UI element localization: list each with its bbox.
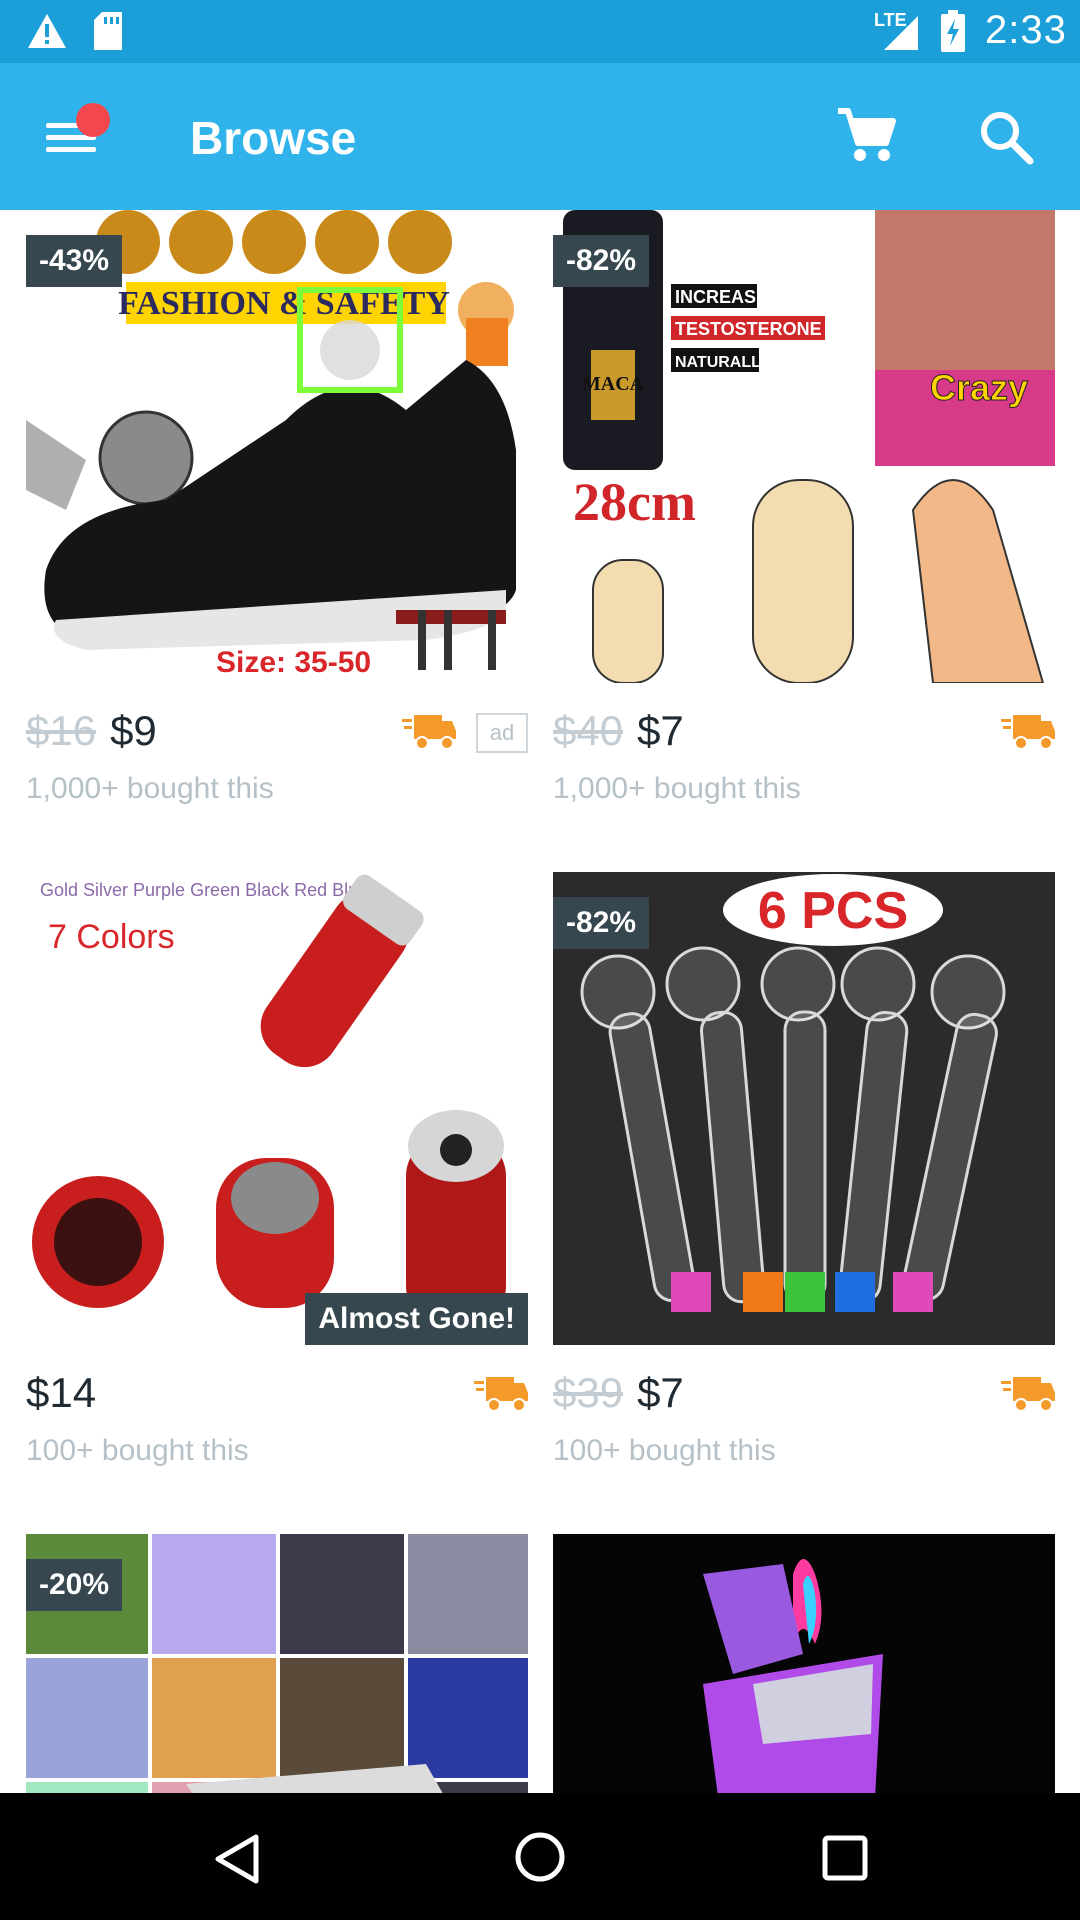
signal-icon [884, 16, 918, 50]
original-price: $16 [26, 707, 97, 754]
sd-card-icon [94, 12, 122, 50]
image-text-colors-list: Gold Silver Purple Green Black Red Blue [40, 880, 368, 900]
image-text-crazy: Crazy [930, 367, 1028, 408]
truck-icon [1001, 715, 1055, 750]
sale-price: $14 [26, 1369, 97, 1416]
sale-price: $9 [110, 707, 157, 754]
cart-icon[interactable] [836, 107, 896, 163]
image-text-length: 28cm [573, 472, 696, 532]
recent-apps-icon[interactable] [822, 1835, 868, 1881]
bought-count: 100+ bought this [553, 1434, 776, 1467]
original-price: $39 [553, 1369, 624, 1416]
image-text-increase: INCREASE [675, 287, 768, 307]
almost-gone-label: Almost Gone! [305, 1293, 528, 1345]
truck-icon [474, 1377, 528, 1412]
sale-price: $7 [637, 1369, 684, 1416]
discount-badge: -43% [26, 235, 123, 287]
sale-price: $7 [637, 707, 684, 754]
discount-badge: -82% [553, 235, 650, 287]
ad-label: ad [476, 713, 528, 753]
page-title: Browse [190, 112, 357, 164]
discount-badge: -82% [553, 897, 650, 949]
home-icon[interactable] [514, 1831, 566, 1883]
product-grid: FASHION & SAFETY Size: 35-50 -43% $16 $9 [0, 210, 1080, 1793]
search-icon[interactable] [978, 109, 1034, 165]
discount-badge: -20% [26, 1559, 123, 1611]
price-row: $16 $9 ad [26, 707, 528, 757]
warning-icon [28, 14, 66, 48]
product-image-glass-tubes[interactable]: 6 PCS -82% [553, 872, 1055, 1345]
product-image-safety-shoe[interactable]: FASHION & SAFETY Size: 35-50 -43% [26, 210, 528, 683]
product-image-retro-console[interactable]: -20% [26, 1534, 528, 1793]
truck-icon [402, 715, 456, 750]
original-price: $40 [553, 707, 624, 754]
image-text-naturally: NATURALLY [675, 354, 770, 371]
image-text-size: Size: 35-50 [216, 646, 371, 679]
notification-dot [76, 103, 110, 137]
image-text-6pcs: 6 PCS [758, 882, 908, 940]
bought-count: 1,000+ bought this [26, 772, 274, 805]
battery-charging-icon [941, 10, 965, 52]
image-text-testosterone: TESTOSTERONE [675, 319, 822, 339]
truck-icon [1001, 1377, 1055, 1412]
price-row: $40 $7 [553, 707, 1055, 757]
bought-count: 100+ bought this [26, 1434, 249, 1467]
price-row: $14 [26, 1369, 528, 1419]
back-icon[interactable] [214, 1833, 260, 1885]
status-bar: LTE 2:33 [0, 0, 1080, 63]
image-text-maca: MACA [582, 373, 645, 395]
product-image-grinder[interactable]: Gold Silver Purple Green Black Red Blue … [26, 872, 528, 1345]
clock: 2:33 [985, 8, 1067, 52]
product-image-supplement[interactable]: MACA INCREASE TESTOSTERONE NATURALLY Cra… [553, 210, 1055, 683]
product-image-electric-lighter[interactable] [553, 1534, 1055, 1793]
price-row: $39 $7 [553, 1369, 1055, 1419]
image-text-7-colors: 7 Colors [48, 918, 175, 956]
system-nav-bar [0, 1793, 1080, 1920]
app-bar: Browse [0, 63, 1080, 210]
bought-count: 1,000+ bought this [553, 772, 801, 805]
